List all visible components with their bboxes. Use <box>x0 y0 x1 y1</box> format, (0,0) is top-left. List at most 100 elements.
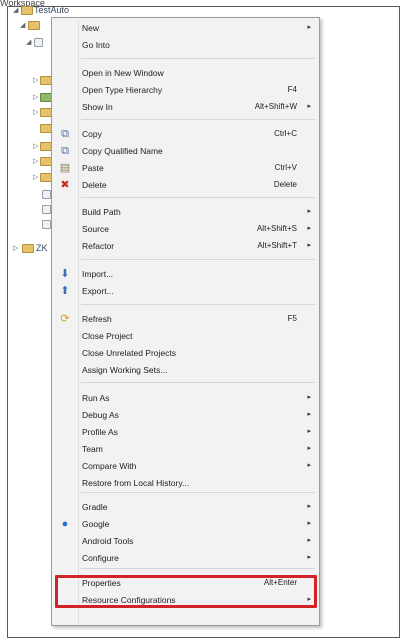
submenu-arrow-icon: ▸ <box>307 554 311 561</box>
menu-item-assign-working-sets[interactable]: Assign Working Sets... <box>54 362 317 378</box>
menu-item-refactor[interactable]: Refactor Alt+Shift+T ▸ <box>54 238 317 254</box>
export-icon: ⬆ <box>60 285 70 297</box>
menu-item-label: Copy <box>82 129 102 139</box>
file-icon <box>42 205 51 214</box>
project-folder-icon <box>21 6 33 15</box>
package-folder-icon <box>28 21 40 30</box>
menu-item-shortcut: Alt+Shift+W <box>254 102 297 111</box>
tree-root-label: TestAuto <box>34 5 70 15</box>
paste-icon: ▤ <box>59 162 71 174</box>
menu-item-restore-from-local-history[interactable]: Restore from Local History... <box>54 475 317 491</box>
menu-item-label: Profile As <box>82 427 118 437</box>
context-menu: New ▸ Go Into Open in New Window Open Type H… <box>51 17 320 626</box>
menu-separator <box>81 382 315 383</box>
menu-item-label: Refresh <box>82 314 112 324</box>
menu-item-export[interactable]: ⬆ Export... <box>54 283 317 299</box>
menu-separator <box>81 568 315 569</box>
menu-item-debug-as[interactable]: Debug As ▸ <box>54 407 317 423</box>
submenu-arrow-icon: ▸ <box>307 24 311 31</box>
menu-separator <box>81 58 315 59</box>
menu-separator <box>81 197 315 198</box>
import-icon: ⬇ <box>60 268 70 280</box>
submenu-arrow-icon: ▸ <box>307 520 311 527</box>
menu-item-shortcut: F5 <box>287 314 297 323</box>
submenu-arrow-icon: ▸ <box>307 103 311 110</box>
menu-item-label: Debug As <box>82 410 119 420</box>
menu-item-close-unrelated-projects[interactable]: Close Unrelated Projects <box>54 345 317 361</box>
menu-item-shortcut: F4 <box>287 85 297 94</box>
menu-item-source[interactable]: Source Alt+Shift+S ▸ <box>54 221 317 237</box>
copy-icon: ⧉ <box>61 128 69 140</box>
menu-item-label: Gradle <box>82 502 108 512</box>
menu-item-build-path[interactable]: Build Path ▸ <box>54 204 317 220</box>
submenu-arrow-icon: ▸ <box>307 428 311 435</box>
submenu-arrow-icon: ▸ <box>307 445 311 452</box>
submenu-arrow-icon: ▸ <box>307 242 311 249</box>
menu-item-label: Go Into <box>82 40 110 50</box>
submenu-arrow-icon: ▸ <box>307 411 311 418</box>
menu-item-show-in[interactable]: Show In Alt+Shift+W ▸ <box>54 99 317 115</box>
menu-item-run-as[interactable]: Run As ▸ <box>54 390 317 406</box>
menu-item-open-in-new-window[interactable]: Open in New Window <box>54 65 317 81</box>
menu-item-label: Close Unrelated Projects <box>82 348 177 358</box>
collapse-arrow-icon[interactable]: ▷ <box>33 94 39 102</box>
menu-item-shortcut: Ctrl+V <box>274 163 297 172</box>
file-icon <box>42 190 51 199</box>
menu-separator <box>81 304 315 305</box>
menu-item-label: Assign Working Sets... <box>82 365 168 375</box>
menu-item-label: Configure <box>82 553 119 563</box>
menu-item-delete[interactable]: ✖ Delete Delete <box>54 177 317 193</box>
expand-arrow-icon[interactable]: ◢ <box>26 39 32 47</box>
submenu-arrow-icon: ▸ <box>307 208 311 215</box>
submenu-arrow-icon: ▸ <box>307 503 311 510</box>
menu-item-shortcut: Alt+Shift+S <box>256 224 297 233</box>
expand-arrow-icon[interactable]: ◢ <box>20 22 26 30</box>
menu-item-team[interactable]: Team ▸ <box>54 441 317 457</box>
menu-item-label: Open in New Window <box>82 68 164 78</box>
menu-item-label: Build Path <box>82 207 121 217</box>
menu-item-label: Refactor <box>82 241 115 251</box>
menu-item-import[interactable]: ⬇ Import... <box>54 266 317 282</box>
submenu-arrow-icon: ▸ <box>307 394 311 401</box>
menu-item-shortcut: Alt+Shift+T <box>257 241 297 250</box>
menu-item-label: Show In <box>82 102 113 112</box>
collapse-arrow-icon[interactable]: ▷ <box>33 109 39 117</box>
menu-item-label: Restore from Local History... <box>82 478 190 488</box>
menu-item-label: Import... <box>82 269 114 279</box>
menu-item-configure[interactable]: Configure ▸ <box>54 550 317 566</box>
menu-item-compare-with[interactable]: Compare With ▸ <box>54 458 317 474</box>
collapse-arrow-icon[interactable]: ▷ <box>33 77 39 85</box>
menu-item-new[interactable]: New ▸ <box>54 20 317 36</box>
menu-item-close-project[interactable]: Close Project <box>54 328 317 344</box>
menu-item-gradle[interactable]: Gradle ▸ <box>54 499 317 515</box>
menu-item-paste[interactable]: ▤ Paste Ctrl+V <box>54 160 317 176</box>
copy-qualified-name-icon: ⧉ <box>61 145 69 157</box>
menu-item-label: Open Type Hierarchy <box>82 85 163 95</box>
delete-icon: ✖ <box>60 179 70 191</box>
menu-item-android-tools[interactable]: Android Tools ▸ <box>54 533 317 549</box>
collapse-arrow-icon[interactable]: ▷ <box>13 245 19 253</box>
project-folder-icon <box>22 244 34 253</box>
submenu-arrow-icon: ▸ <box>307 537 311 544</box>
collapse-arrow-icon[interactable]: ▷ <box>33 143 39 151</box>
menu-item-copy[interactable]: ⧉ Copy Ctrl+C <box>54 126 317 142</box>
menu-item-shortcut: Ctrl+C <box>274 129 297 138</box>
properties-highlight-box <box>55 575 317 608</box>
menu-item-copy-qualified-name[interactable]: ⧉ Copy Qualified Name <box>54 143 317 159</box>
menu-item-google[interactable]: ● Google ▸ <box>54 516 317 532</box>
menu-item-label: Delete <box>82 180 107 190</box>
tree-second-root-label: ZK <box>36 243 48 253</box>
menu-item-open-type-hierarchy[interactable]: Open Type Hierarchy F4 <box>54 82 317 98</box>
menu-item-go-into[interactable]: Go Into <box>54 37 317 53</box>
menu-item-profile-as[interactable]: Profile As ▸ <box>54 424 317 440</box>
menu-item-refresh[interactable]: ⟳ Refresh F5 <box>54 311 317 327</box>
menu-item-label: Export... <box>82 286 114 296</box>
menu-item-label: New <box>82 23 100 33</box>
collapse-arrow-icon[interactable]: ▷ <box>33 174 39 182</box>
file-icon <box>42 220 51 229</box>
menu-item-label: Run As <box>82 393 110 403</box>
collapse-arrow-icon[interactable]: ▷ <box>33 158 39 166</box>
expand-arrow-icon[interactable]: ◢ <box>13 7 19 15</box>
menu-item-label: Source <box>82 224 109 234</box>
refresh-icon: ⟳ <box>60 313 70 325</box>
